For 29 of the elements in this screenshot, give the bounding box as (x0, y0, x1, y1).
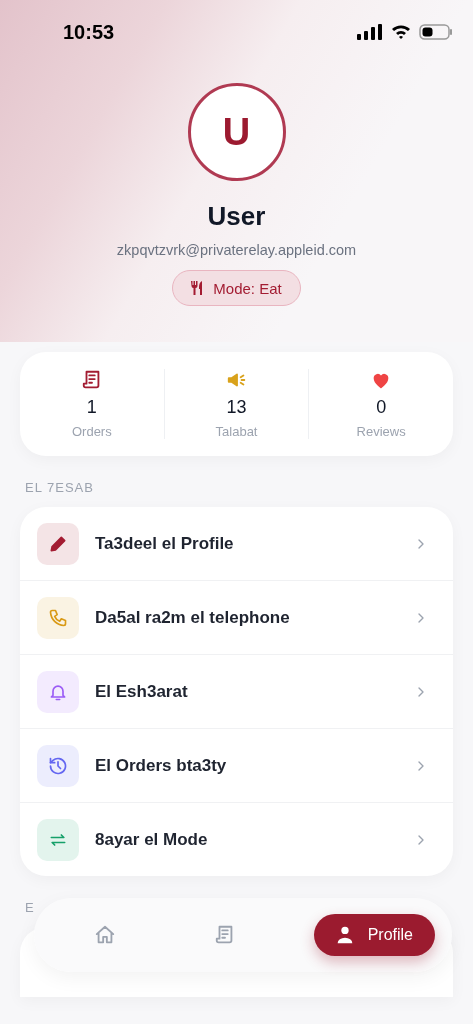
stat-label: Orders (71, 424, 112, 439)
battery-icon (419, 24, 453, 40)
home-icon (94, 924, 116, 946)
item-label: El Esh3arat (95, 681, 189, 702)
clock-time: 10:53 (63, 20, 115, 44)
mode-button[interactable]: Mode: Eat (172, 270, 301, 306)
stat-label: Reviews (356, 424, 406, 439)
section-title: E (25, 901, 36, 915)
item-label: Da5al ra2m el telephone (95, 607, 291, 628)
menu-item[interactable]: Ta3deel el Profile (20, 507, 453, 581)
fork-knife-icon (191, 281, 205, 295)
item-label: El Orders bta3ty (95, 755, 228, 776)
stat-value: 13 (226, 397, 247, 418)
item-label: 8ayar el Mode (95, 829, 209, 850)
user-name: User (207, 201, 266, 232)
stat-value: 1 (86, 397, 97, 418)
menu-item[interactable]: El Esh3arat (20, 655, 453, 729)
menu-item[interactable]: 8ayar el Mode (20, 803, 453, 876)
signal-icon (357, 24, 383, 40)
avatar: U (187, 83, 286, 181)
stat-value: 0 (376, 397, 387, 418)
tab-button[interactable]: Profile (313, 914, 435, 956)
wifi-icon (391, 24, 411, 40)
section-title: EL 7ESAB (25, 481, 95, 495)
menu-item[interactable]: Da5al ra2m el telephone (20, 581, 453, 655)
menu-item[interactable]: El Orders bta3ty (20, 729, 453, 803)
item-label: Ta3deel el Profile (95, 533, 235, 554)
email-address: zkpqvtzvrk@privaterelay.appleid.com (116, 242, 357, 258)
stat-label: Talabat (215, 424, 258, 439)
